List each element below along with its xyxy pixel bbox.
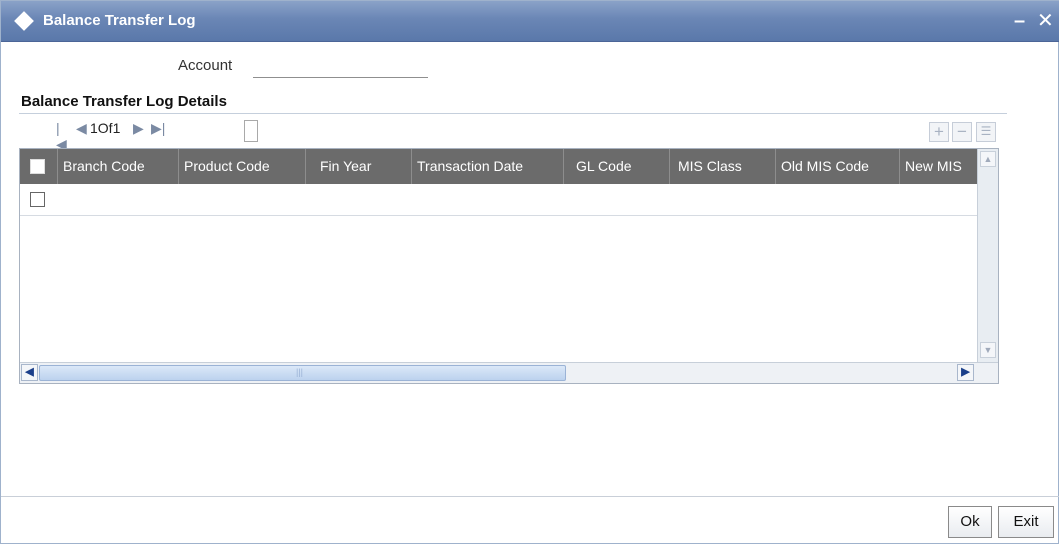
section-divider bbox=[19, 113, 1007, 114]
footer-divider bbox=[1, 496, 1059, 497]
row-checkbox[interactable] bbox=[30, 192, 45, 207]
next-page-icon[interactable]: ▶ bbox=[133, 120, 144, 137]
account-input[interactable] bbox=[253, 56, 428, 78]
window-title: Balance Transfer Log bbox=[43, 12, 196, 29]
column-header-new-mis[interactable]: New MIS bbox=[900, 149, 977, 184]
log-details-grid: Branch Code Product Code Fin Year Transa… bbox=[19, 148, 999, 384]
ok-button[interactable]: Ok bbox=[948, 506, 992, 538]
scroll-grip-icon: ||| bbox=[296, 367, 304, 377]
header-select-cell bbox=[20, 149, 58, 184]
view-row-button[interactable]: ☰ bbox=[976, 122, 996, 142]
delete-row-button[interactable]: − bbox=[952, 122, 972, 142]
select-all-checkbox[interactable] bbox=[30, 159, 45, 174]
column-header-product-code[interactable]: Product Code bbox=[179, 149, 306, 184]
scroll-down-icon[interactable]: ▼ bbox=[980, 342, 996, 358]
column-header-gl-code[interactable]: GL Code bbox=[564, 149, 670, 184]
balance-transfer-log-window: Balance Transfer Log – ✕ Account Balance… bbox=[0, 0, 1059, 544]
column-header-old-mis-code[interactable]: Old MIS Code bbox=[776, 149, 900, 184]
title-bar[interactable]: Balance Transfer Log – ✕ bbox=[1, 1, 1059, 42]
grid-header: Branch Code Product Code Fin Year Transa… bbox=[20, 149, 977, 184]
page-indicator: 1Of1 bbox=[90, 120, 121, 136]
page-number-input[interactable] bbox=[244, 120, 258, 142]
horizontal-scrollbar[interactable]: ◀ ||| ▶ bbox=[20, 362, 998, 383]
last-page-icon[interactable]: ▶| bbox=[151, 120, 165, 137]
scroll-up-icon[interactable]: ▲ bbox=[980, 151, 996, 167]
column-header-mis-class[interactable]: MIS Class bbox=[670, 149, 776, 184]
vertical-scrollbar[interactable]: ▲ ▼ bbox=[977, 149, 998, 362]
column-header-transaction-date[interactable]: Transaction Date bbox=[412, 149, 564, 184]
column-header-branch-code[interactable]: Branch Code bbox=[58, 149, 179, 184]
horizontal-scroll-thumb[interactable]: ||| bbox=[39, 365, 566, 381]
column-header-fin-year[interactable]: Fin Year bbox=[306, 149, 412, 184]
account-label: Account bbox=[178, 57, 233, 74]
add-row-button[interactable]: + bbox=[929, 122, 949, 142]
scroll-left-icon[interactable]: ◀ bbox=[21, 364, 38, 381]
minimize-button[interactable]: – bbox=[1014, 10, 1025, 33]
section-title: Balance Transfer Log Details bbox=[21, 93, 227, 110]
previous-page-icon[interactable]: ◀ bbox=[76, 120, 87, 137]
exit-button[interactable]: Exit bbox=[998, 506, 1054, 538]
close-button[interactable]: ✕ bbox=[1037, 8, 1054, 33]
table-row[interactable] bbox=[20, 184, 977, 216]
diamond-icon bbox=[14, 11, 34, 31]
scroll-right-icon[interactable]: ▶ bbox=[957, 364, 974, 381]
